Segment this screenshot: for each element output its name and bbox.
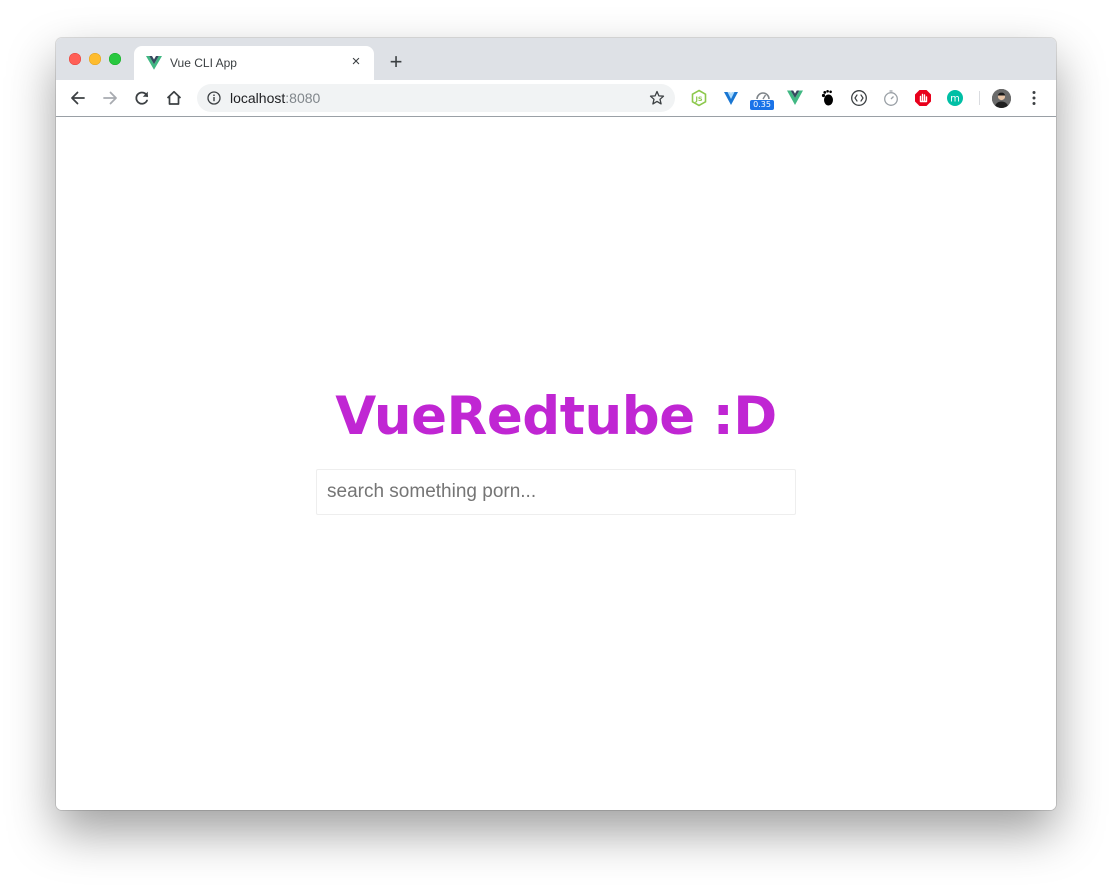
browser-tab[interactable]: Vue CLI App × [134,46,374,80]
url-port: :8080 [285,90,321,106]
toolbar-separator [979,91,980,105]
url-host: localhost [230,90,286,106]
code-extension-button[interactable] [850,89,868,107]
hand-stop-icon [915,90,931,106]
url-text: localhost:8080 [230,90,320,106]
m-circle-icon: m [947,90,963,106]
arrow-right-icon [103,91,117,105]
speed-gauge-extension-button[interactable]: 0.35 [750,89,774,110]
timer-extension-button[interactable] [882,89,900,107]
vue-devtools-extension-button[interactable] [786,89,804,107]
code-brackets-icon [851,90,867,106]
tab-strip: Vue CLI App × + [56,38,1056,80]
browser-window: Vue CLI App × + localhost:8080 JS 0.35 m… [56,38,1056,810]
m-letter: m [950,94,960,105]
info-icon[interactable] [207,91,221,105]
gauge-badge: 0.35 [750,100,774,110]
svg-text:JS: JS [694,95,702,103]
profile-avatar[interactable] [992,89,1011,108]
vuetify-icon [724,92,738,105]
timer-icon [884,90,898,106]
forward-button[interactable] [100,88,120,108]
window-minimize-button[interactable] [89,53,101,65]
m-extension-button[interactable]: m [946,89,964,107]
vuetify-extension-button[interactable] [722,89,740,107]
page-content: VueRedtube :D [56,117,1056,810]
page-title: VueRedtube :D [335,386,777,447]
nodejs-icon: JS [691,89,707,107]
gnome-extension-button[interactable] [818,89,836,107]
star-icon[interactable] [649,90,665,106]
vertical-dots-icon [1032,91,1036,105]
tab-close-button[interactable]: × [348,54,364,70]
adblock-extension-button[interactable] [914,89,932,107]
browser-menu-button[interactable] [1027,90,1041,106]
home-button[interactable] [164,88,184,108]
arrow-left-icon [71,91,85,105]
search-input[interactable] [316,469,796,515]
vue-devtools-icon [787,90,803,105]
reload-button[interactable] [132,88,152,108]
nodejs-extension-button[interactable]: JS [690,89,708,107]
person-silhouette-icon [992,89,1011,108]
back-button[interactable] [68,88,88,108]
home-icon [166,90,182,105]
address-bar[interactable]: localhost:8080 [197,84,675,112]
tab-title: Vue CLI App [170,56,237,70]
browser-toolbar: localhost:8080 JS 0.35 m [56,80,1056,117]
window-maximize-button[interactable] [109,53,121,65]
gnome-foot-icon [821,90,833,106]
new-tab-button[interactable]: + [386,51,406,73]
reload-icon [135,91,149,105]
vue-logo-icon [146,56,162,70]
window-close-button[interactable] [69,53,81,65]
